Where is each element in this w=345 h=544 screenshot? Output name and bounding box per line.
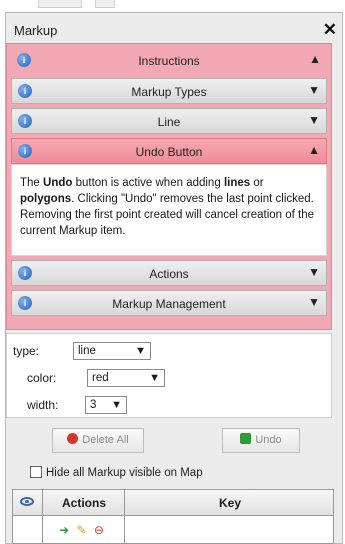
delete-icon[interactable]: ⊖ bbox=[94, 523, 104, 537]
type-select[interactable]: line ▼ bbox=[73, 342, 151, 360]
content-bold: polygons bbox=[20, 193, 72, 205]
panel-title: Markup bbox=[14, 23, 58, 38]
actions-header: Actions bbox=[61, 496, 106, 510]
color-select[interactable]: red ▼ bbox=[87, 369, 165, 387]
accordion-header-markup-management[interactable]: i Markup Management ▼ bbox=[11, 290, 327, 316]
accordion-label: Markup Types bbox=[131, 85, 207, 99]
arrow-right-icon[interactable]: ➜ bbox=[59, 523, 69, 537]
color-label: color: bbox=[27, 371, 57, 385]
eye-icon[interactable] bbox=[20, 497, 34, 506]
markup-options-form: type: line ▼ color: red ▼ width: 3 ▼ bbox=[6, 333, 332, 418]
chevron-up-icon: ▲ bbox=[308, 143, 320, 157]
pencil-icon[interactable]: ✎ bbox=[76, 523, 86, 537]
type-select-value: line bbox=[78, 345, 96, 357]
undo-icon bbox=[240, 433, 252, 444]
hide-markup-label: Hide all Markup visible on Map bbox=[46, 467, 203, 479]
delete-all-label: Delete All bbox=[82, 434, 129, 446]
delete-all-button[interactable]: Delete All bbox=[52, 428, 144, 453]
hide-markup-toggle[interactable]: Hide all Markup visible on Map bbox=[30, 466, 203, 482]
accordion-header-line[interactable]: i Line ▼ bbox=[11, 108, 327, 134]
content-text: or bbox=[250, 177, 264, 189]
undo-button-content: The Undo button is active when adding li… bbox=[11, 164, 327, 256]
chevron-down-icon: ▼ bbox=[308, 113, 320, 127]
accordion-header-markup-types[interactable]: i Markup Types ▼ bbox=[11, 78, 327, 104]
action-buttons-row: Delete All Undo bbox=[6, 425, 332, 461]
accordion-label: Actions bbox=[149, 267, 189, 281]
accordion-header-actions[interactable]: i Actions ▼ bbox=[11, 260, 327, 286]
close-icon[interactable]: ✕ bbox=[323, 21, 337, 38]
content-text: The bbox=[20, 177, 44, 189]
chevron-down-icon: ▼ bbox=[135, 345, 146, 357]
accordion-label: Markup Management bbox=[112, 297, 226, 311]
key-header: Key bbox=[218, 496, 241, 510]
accordion-label: Instructions bbox=[138, 54, 200, 68]
chevron-down-icon: ▼ bbox=[308, 83, 320, 97]
content-text: button is active when adding bbox=[72, 177, 224, 189]
width-select[interactable]: 3 ▼ bbox=[85, 396, 127, 414]
chevron-up-icon: ▲ bbox=[309, 52, 321, 66]
width-label: width: bbox=[27, 398, 59, 412]
width-select-value: 3 bbox=[90, 399, 97, 411]
partial-top-button[interactable] bbox=[95, 0, 115, 8]
accordion-label: Line bbox=[157, 115, 181, 129]
undo-label: Undo bbox=[255, 434, 282, 446]
accordion-header-instructions[interactable]: i Instructions ▲ bbox=[11, 48, 327, 74]
table-row-actions: ➜ ✎ ⊖ bbox=[59, 523, 108, 537]
hide-markup-checkbox[interactable] bbox=[30, 466, 42, 478]
type-label: type: bbox=[13, 344, 40, 358]
chevron-down-icon: ▼ bbox=[308, 265, 320, 279]
delete-icon bbox=[67, 433, 79, 444]
content-bold: lines bbox=[223, 177, 251, 189]
chevron-down-icon: ▼ bbox=[308, 295, 320, 309]
content-bold: Undo bbox=[43, 177, 73, 189]
instructions-accordion: i Instructions ▲ i Markup Types ▼ i Line… bbox=[6, 43, 332, 330]
partial-top-button[interactable] bbox=[38, 0, 82, 8]
accordion-label: Undo Button bbox=[135, 145, 203, 159]
color-select-value: red bbox=[92, 372, 109, 384]
chevron-down-icon: ▼ bbox=[111, 399, 122, 411]
undo-button[interactable]: Undo bbox=[222, 428, 300, 453]
chevron-down-icon: ▼ bbox=[149, 372, 160, 384]
accordion-header-undo-button[interactable]: i Undo Button ▲ bbox=[11, 138, 327, 164]
markup-table: Actions Key ➜ ✎ ⊖ bbox=[12, 489, 334, 544]
